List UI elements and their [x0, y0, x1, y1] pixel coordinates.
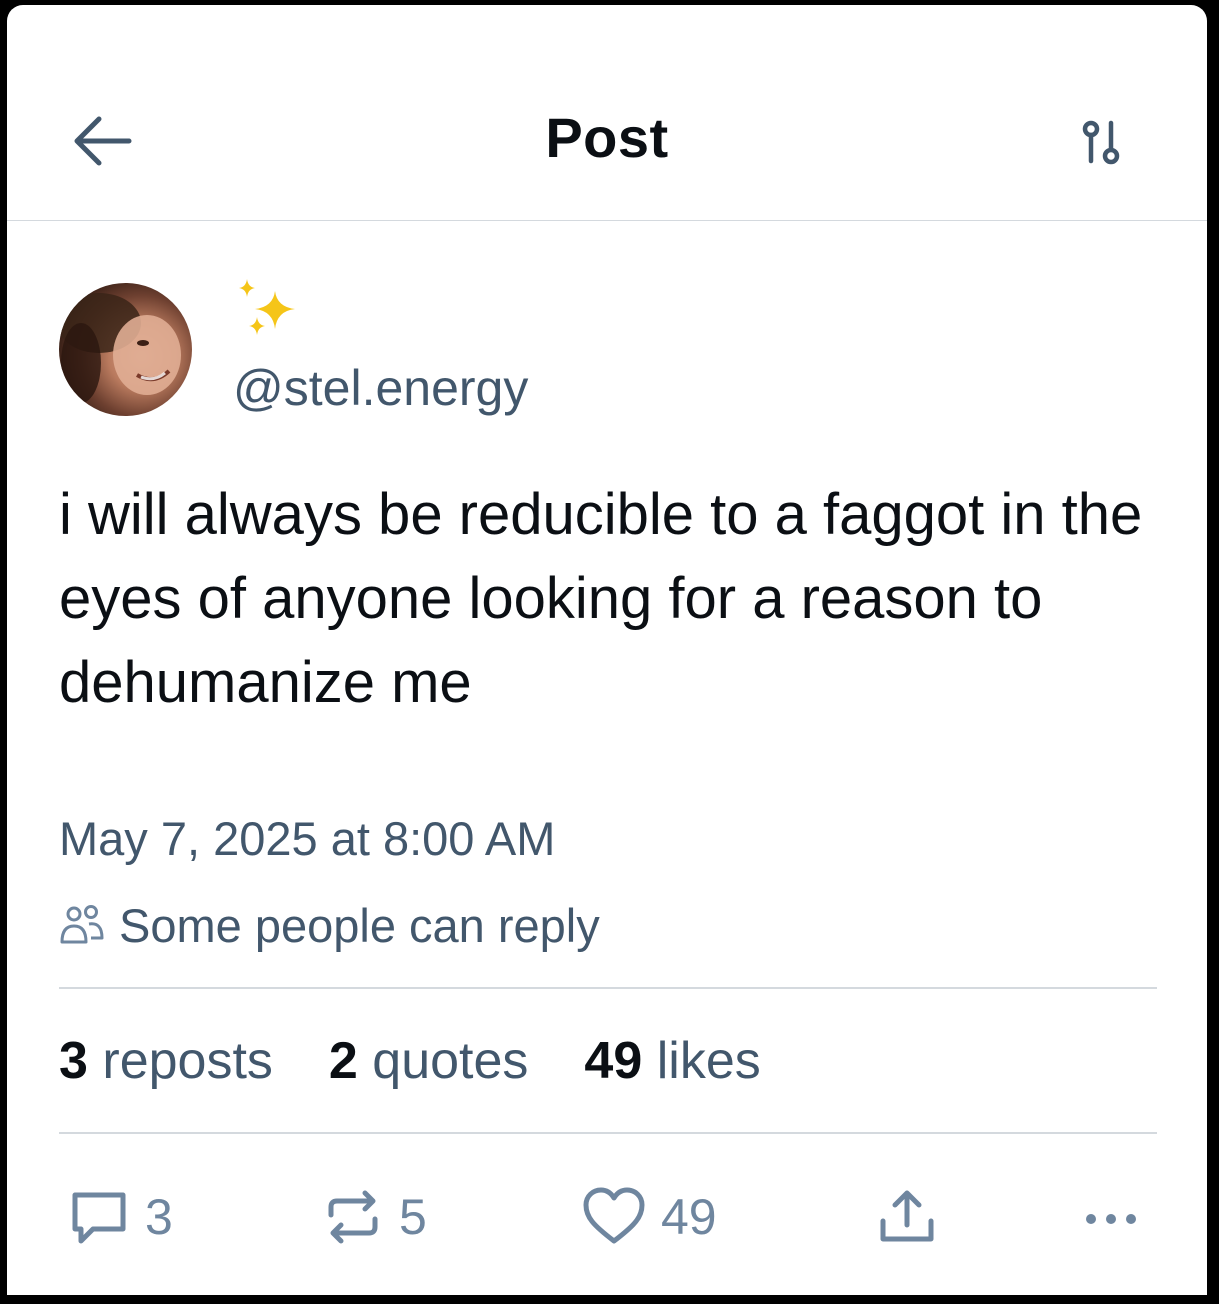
author-handle[interactable]: @stel.energy	[233, 359, 528, 417]
sliders-icon	[1082, 120, 1120, 165]
avatar[interactable]	[59, 283, 192, 416]
reply-button[interactable]: 3	[67, 1177, 173, 1257]
people-icon	[60, 905, 104, 944]
more-options-button[interactable]	[1081, 1177, 1141, 1257]
reply-settings[interactable]: Some people can reply	[59, 897, 600, 953]
repost-icon	[328, 1190, 378, 1244]
divider	[59, 987, 1157, 989]
reposts-count: 3	[59, 1032, 88, 1090]
post-timestamp: May 7, 2025 at 8:00 AM	[59, 812, 556, 865]
display-name-sparkles[interactable]	[233, 277, 303, 347]
likes-count: 49	[584, 1032, 643, 1090]
like-button[interactable]: 49	[581, 1177, 717, 1257]
likes-label: likes	[656, 1032, 761, 1090]
top-bar: Post	[7, 5, 1207, 221]
thread-settings-button[interactable]	[1071, 115, 1131, 175]
post-text: i will always be reducible to a faggot i…	[59, 482, 1143, 715]
reposts-label: reposts	[102, 1032, 273, 1090]
share-icon	[880, 1190, 934, 1242]
page-title: Post	[545, 106, 669, 169]
reply-setting-label: Some people can reply	[119, 898, 600, 952]
like-count: 49	[661, 1189, 717, 1245]
divider	[59, 1132, 1157, 1134]
engagement-stats: 3 reposts 2 quotes 49 likes	[59, 1031, 817, 1091]
repost-button[interactable]: 5	[321, 1177, 427, 1257]
post-screen: Post @stel.energy i will always be reduc…	[7, 5, 1207, 1295]
repost-count: 5	[399, 1189, 427, 1245]
likes-stat[interactable]: 49 likes	[584, 1031, 760, 1091]
avatar-photo	[59, 293, 181, 403]
sparkles-icon	[239, 279, 295, 335]
heart-icon	[583, 1187, 645, 1244]
reply-count: 3	[145, 1189, 173, 1245]
share-button[interactable]	[875, 1177, 939, 1257]
quotes-label: quotes	[372, 1032, 529, 1090]
quotes-count: 2	[328, 1032, 358, 1090]
comment-icon	[72, 1192, 126, 1244]
reposts-stat[interactable]: 3 reposts	[59, 1031, 273, 1091]
action-bar: 3 5 49	[59, 1177, 1159, 1257]
quotes-stat[interactable]: 2 quotes	[329, 1031, 529, 1091]
ellipsis-icon	[1086, 1214, 1136, 1224]
